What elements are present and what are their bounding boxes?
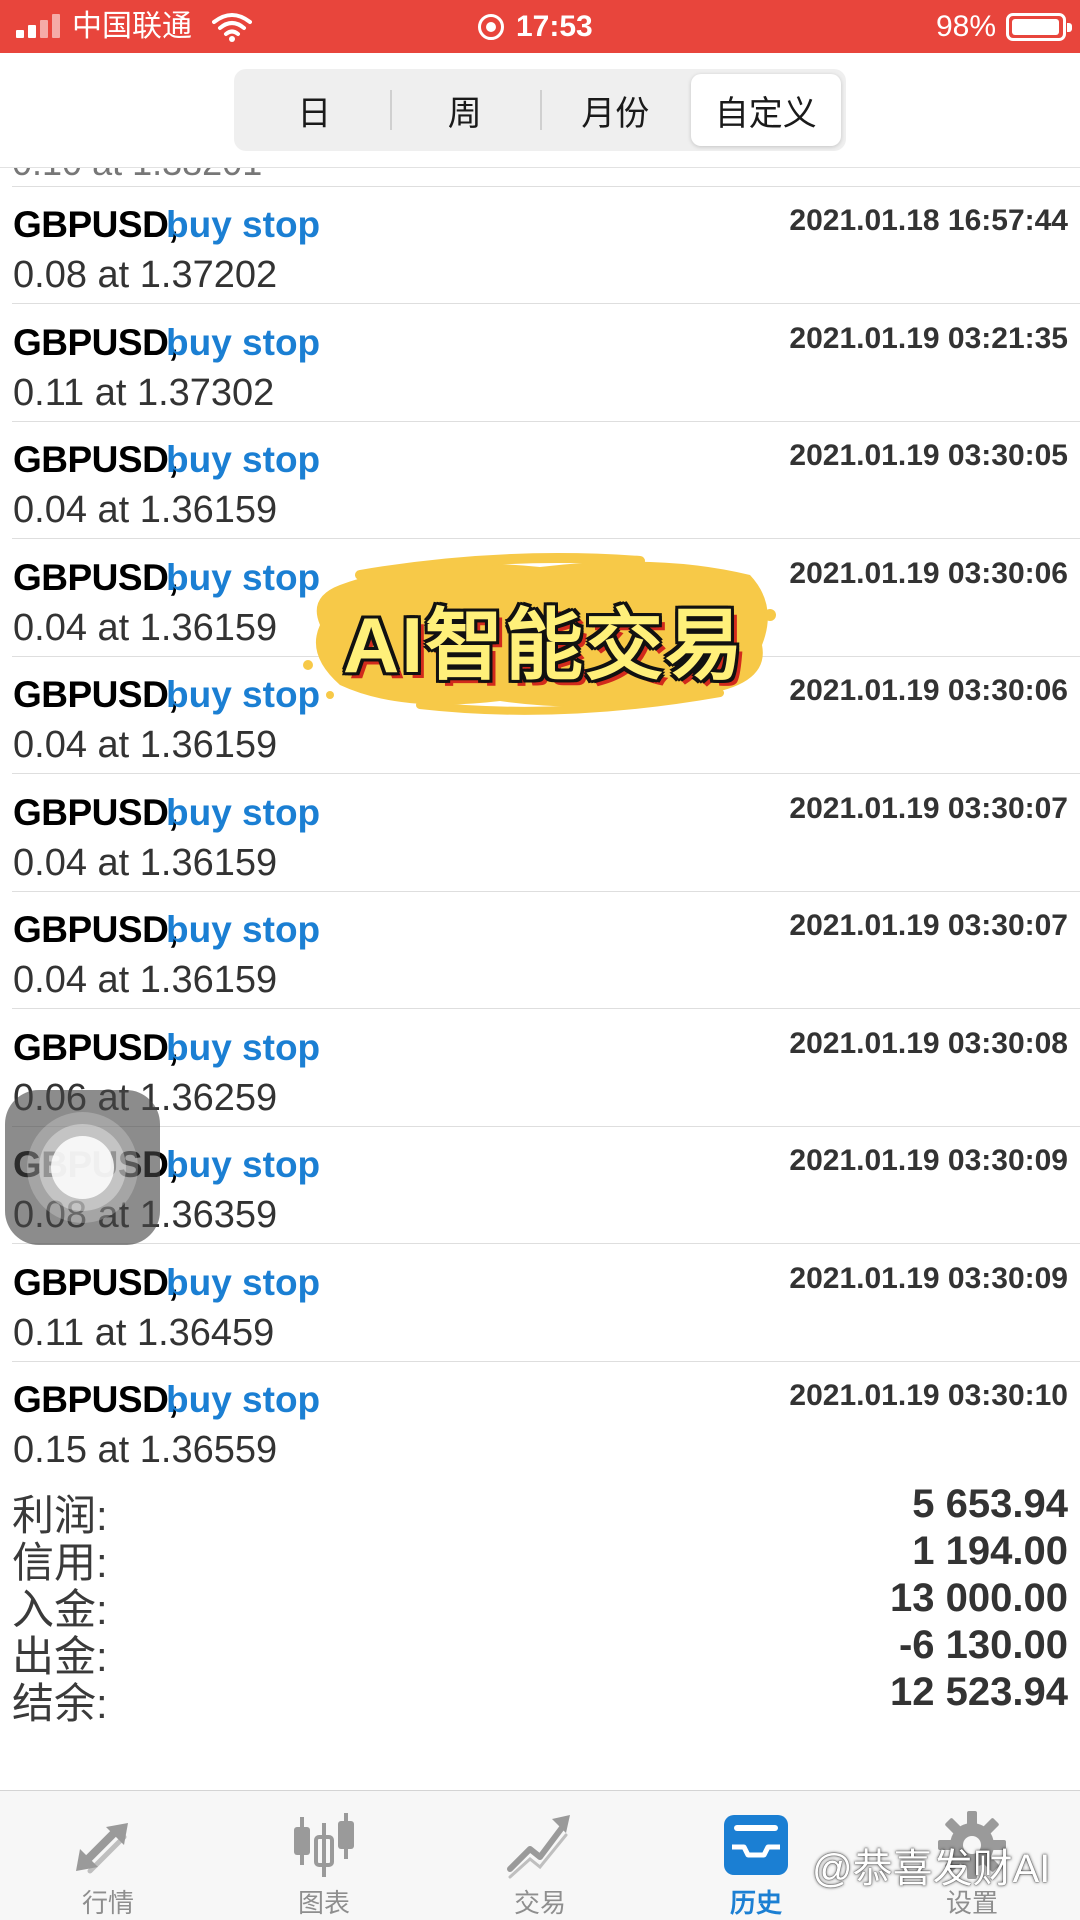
summary-value: 13 000.00 (890, 1576, 1068, 1620)
order-type: buy stop (166, 439, 321, 480)
status-bar: 中国联通 17:53 98% (0, 0, 1080, 53)
period-filter-bar: 日 周 月份 自定义 (0, 53, 1080, 168)
order-quantity: 0.04 at 1.36159 (13, 489, 278, 531)
summary-value: 1 194.00 (912, 1529, 1068, 1573)
order-time: 2021.01.19 03:30:09 (789, 1144, 1068, 1177)
carrier-name: 中国联通 (72, 10, 192, 43)
order-quantity: 0.11 at 1.37302 (13, 371, 275, 414)
order-type: buy stop (166, 321, 321, 363)
order-time: 2021.01.18 16:57:44 (789, 204, 1068, 237)
order-quantity: 0.04 at 1.36159 (13, 606, 278, 649)
tab-month[interactable]: 月份 (540, 74, 691, 146)
order-time: 2021.01.19 03:30:07 (789, 909, 1068, 942)
list-item[interactable]: GBPUSD, buy stop 0.11 at 1.36459 2021.01.19… (0, 1245, 1080, 1362)
summary-label: 结余: (12, 1680, 108, 1727)
order-quantity: 0.08 at 1.37202 (13, 254, 278, 296)
tab-label: 图表 (297, 1888, 350, 1918)
history-inbox-icon (724, 1815, 788, 1875)
signal-strength-icon (16, 14, 64, 38)
tab-custom[interactable]: 自定义 (690, 74, 841, 146)
order-history-list[interactable]: 0.10 at 1.38201 GBPUSD,buy stop0.08 at 1… (0, 168, 1080, 1476)
order-quantity: 0.04 at 1.36159 (13, 841, 278, 884)
order-type: buy stop (166, 1144, 321, 1185)
order-type: buy stop (166, 556, 321, 598)
list-item[interactable]: GBPUSD,buy stop0.08 at 1.363592021.01.19… (0, 1127, 1080, 1244)
summary-value: 5 653.94 (912, 1482, 1068, 1526)
order-symbol: GBPUSD, (13, 791, 179, 833)
list-item[interactable]: GBPUSD, buy stop 0.08 at 1.37202 2021.01.18… (0, 187, 1080, 304)
order-time: 2021.01.19 03:30:08 (789, 1026, 1068, 1060)
order-time: 2021.01.19 03:30:05 (789, 439, 1068, 472)
tab-trade[interactable]: 交易 (432, 1791, 648, 1920)
summary-value: -6 130.00 (898, 1623, 1068, 1667)
tab-day[interactable]: 日 (239, 74, 390, 146)
tab-quotes[interactable]: 行情 (0, 1791, 216, 1920)
tab-label: 行情 (81, 1888, 134, 1918)
order-time: 2021.01.19 03:21:35 (789, 321, 1068, 355)
orientation-lock-icon (478, 14, 504, 40)
list-item[interactable]: GBPUSD, buy stop 0.15 at 1.36559 2021.01.19… (0, 1362, 1080, 1476)
wifi-icon (212, 13, 252, 42)
account-summary: 利润: 5 653.94 信用: 1 194.00 入金: 13 000.00 … (0, 1476, 1080, 1790)
tab-week[interactable]: 周 (389, 74, 541, 146)
order-type: buy stop (166, 909, 321, 950)
order-type: buy stop (166, 1379, 321, 1420)
order-time: 2021.01.19 03:30:09 (789, 1261, 1068, 1295)
summary-row-balance: 结余: 12 523.94 (0, 1664, 1080, 1727)
list-item[interactable]: GBPUSD, buy stop 0.04 at 1.36159 2021.01.19… (0, 422, 1080, 539)
banner-text: AI智能交易 (342, 601, 745, 689)
order-quantity: 0.15 at 1.36559 (13, 1429, 278, 1471)
order-type: buy stop (166, 1261, 321, 1303)
order-time: 2021.01.19 03:30:10 (789, 1379, 1068, 1412)
watermark: @恭喜发财AI (812, 1847, 1051, 1891)
order-symbol: GBPUSD, (13, 556, 179, 598)
quotes-arrows-icon (76, 1823, 128, 1874)
period-segmented-control: 日 周 月份 自定义 (234, 69, 846, 151)
order-symbol: GBPUSD, (13, 204, 179, 245)
order-time: 2021.01.19 03:30:06 (789, 674, 1068, 707)
order-symbol: GBPUSD, (13, 674, 179, 715)
order-symbol: GBPUSD, (13, 1379, 179, 1420)
list-item[interactable]: GBPUSD, buy stop 0.11 at 1.37302 2021.01.19… (0, 305, 1080, 422)
order-symbol: GBPUSD, (13, 321, 179, 363)
order-time: 2021.01.19 03:30:07 (789, 791, 1068, 825)
order-symbol: GBPUSD, (13, 1026, 179, 1068)
list-item[interactable]: GBPUSD, buy stop 0.04 at 1.36159 2021.01.19… (0, 892, 1080, 1009)
candlestick-chart-icon (294, 1813, 354, 1877)
order-type: buy stop (166, 204, 321, 245)
order-symbol: GBPUSD, (13, 909, 179, 950)
status-time: 17:53 (516, 10, 593, 43)
battery-icon (1006, 13, 1072, 41)
order-quantity: 0.04 at 1.36159 (13, 959, 278, 1001)
promo-banner: AI智能交易 (300, 545, 780, 715)
order-time: 2021.01.19 03:30:06 (789, 556, 1068, 590)
order-type: buy stop (166, 674, 321, 715)
clipped-row-text: 0.10 at 1.38201 (12, 168, 262, 184)
battery-percent: 98% (935, 10, 996, 43)
list-item[interactable]: GBPUSD,buy stop0.06 at 1.362592021.01.19… (0, 1010, 1080, 1127)
assistive-touch-button[interactable] (5, 1090, 160, 1245)
tab-charts[interactable]: 图表 (216, 1791, 432, 1920)
order-symbol: GBPUSD, (13, 1261, 179, 1303)
trade-trend-icon (507, 1815, 570, 1879)
order-type: buy stop (166, 791, 321, 833)
order-quantity: 0.11 at 1.36459 (13, 1311, 275, 1354)
order-quantity: 0.04 at 1.36159 (13, 724, 278, 766)
order-type: buy stop (166, 1026, 321, 1068)
tab-label: 交易 (513, 1888, 566, 1918)
list-item[interactable]: GBPUSD, buy stop 0.04 at 1.36159 2021.01.19… (0, 775, 1080, 892)
summary-value: 12 523.94 (890, 1670, 1068, 1714)
order-symbol: GBPUSD, (13, 439, 179, 480)
